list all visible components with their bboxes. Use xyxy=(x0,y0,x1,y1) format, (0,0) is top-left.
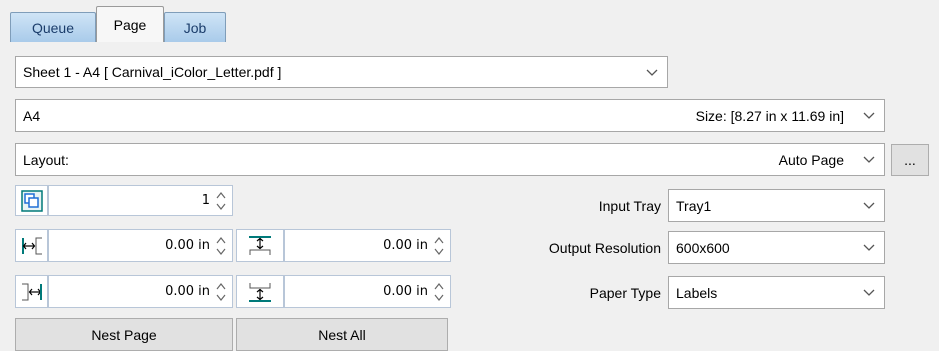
layout-more-button[interactable]: ... xyxy=(891,144,929,176)
sheet-select[interactable]: Sheet 1 - A4 [ Carnival_iColor_Letter.pd… xyxy=(15,56,668,88)
spinner-arrows-icon[interactable] xyxy=(214,281,228,303)
spinner-arrows-icon[interactable] xyxy=(432,281,446,303)
nest-page-button[interactable]: Nest Page xyxy=(15,318,233,351)
chevron-down-icon xyxy=(854,144,884,175)
right-margin-icon-box xyxy=(15,275,48,308)
top-offset-value: 0.00 in xyxy=(383,238,428,253)
input-tray-label: Input Tray xyxy=(598,198,661,214)
left-margin-icon-box xyxy=(15,229,48,262)
output-resolution-label: Output Resolution xyxy=(548,240,661,256)
copies-spinner[interactable]: 1 xyxy=(48,185,233,216)
spinner-arrows-icon[interactable] xyxy=(432,235,446,257)
size-dimensions-text: Size: [8.27 in x 11.69 in] xyxy=(695,107,844,124)
right-margin-icon xyxy=(21,283,42,300)
copies-value: 1 xyxy=(201,193,210,208)
size-select[interactable]: A4 Size: [8.27 in x 11.69 in] xyxy=(15,99,885,132)
bottom-offset-spinner[interactable]: 0.00 in xyxy=(284,275,451,308)
paper-type-label: Paper Type xyxy=(589,285,661,301)
top-margin-icon-box xyxy=(236,229,284,262)
tab-page[interactable]: Page xyxy=(96,6,164,42)
chevron-down-icon xyxy=(637,57,667,87)
output-resolution-select[interactable]: 600x600 xyxy=(668,231,885,264)
right-offset-spinner[interactable]: 0.00 in xyxy=(48,275,233,308)
bottom-margin-icon-box xyxy=(236,275,284,308)
copies-icon-box xyxy=(15,185,48,216)
left-offset-spinner[interactable]: 0.00 in xyxy=(48,229,233,262)
input-tray-select[interactable]: Tray1 xyxy=(668,189,885,222)
chevron-down-icon xyxy=(854,232,884,263)
chevron-down-icon xyxy=(854,100,884,131)
layout-select[interactable]: Layout: Auto Page xyxy=(15,143,885,176)
paper-type-value: Labels xyxy=(676,284,718,301)
paper-type-select[interactable]: Labels xyxy=(668,276,885,309)
chevron-down-icon xyxy=(854,277,884,308)
tab-job[interactable]: Job xyxy=(164,12,226,42)
left-offset-value: 0.00 in xyxy=(165,238,210,253)
output-resolution-value: 600x600 xyxy=(676,239,730,256)
sheet-select-value: Sheet 1 - A4 [ Carnival_iColor_Letter.pd… xyxy=(23,64,282,80)
bottom-margin-icon xyxy=(249,282,271,302)
layout-select-value: Auto Page xyxy=(778,151,844,168)
spinner-arrows-icon[interactable] xyxy=(214,190,228,212)
copies-icon xyxy=(20,189,43,212)
top-margin-icon xyxy=(249,235,271,255)
chevron-down-icon xyxy=(854,190,884,221)
bottom-offset-value: 0.00 in xyxy=(383,284,428,299)
right-offset-value: 0.00 in xyxy=(165,284,210,299)
input-tray-value: Tray1 xyxy=(676,197,712,214)
layout-label: Layout: xyxy=(23,151,69,168)
size-select-value: A4 xyxy=(23,107,41,124)
nest-all-button[interactable]: Nest All xyxy=(236,318,448,351)
tab-queue[interactable]: Queue xyxy=(10,12,96,42)
spinner-arrows-icon[interactable] xyxy=(214,235,228,257)
top-offset-spinner[interactable]: 0.00 in xyxy=(284,229,451,262)
left-margin-icon xyxy=(21,237,42,254)
